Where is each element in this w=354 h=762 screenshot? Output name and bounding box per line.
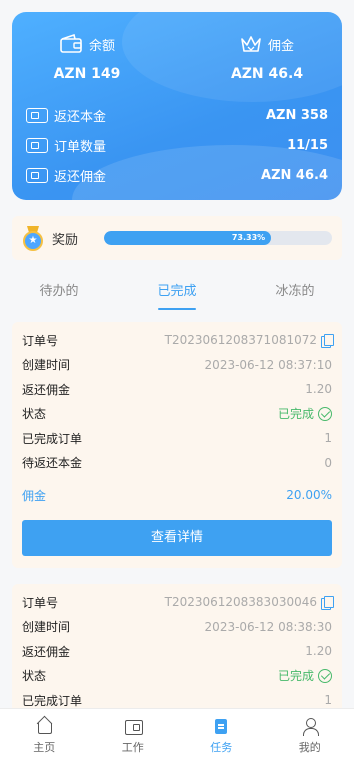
summary-row-principal: 返还本金 AZN 358 xyxy=(26,100,328,130)
order-done-count: 1 xyxy=(324,431,332,446)
summary-row-value: AZN 358 xyxy=(265,107,328,123)
summary-row-label: 返还本金 xyxy=(54,109,107,125)
wallet-icon xyxy=(124,717,143,735)
reward-progress-bar: ★ 奖励 73.33% xyxy=(12,216,342,260)
order-commission-rate: 20.00% xyxy=(286,488,332,503)
order-row-done: 已完成订单 1 xyxy=(22,426,332,451)
order-number: T2023061208371081072 xyxy=(164,333,317,348)
order-field-label: 创建时间 xyxy=(22,358,71,373)
card-icon xyxy=(26,137,48,153)
summary-row-value: AZN 46.4 xyxy=(261,167,328,183)
order-row-status: 状态 已完成 xyxy=(22,664,332,689)
crown-icon xyxy=(241,36,261,52)
check-circle-icon xyxy=(318,668,332,683)
clipboard-icon xyxy=(212,717,230,735)
card-icon xyxy=(26,167,48,183)
order-created-time: 2023-06-12 08:37:10 xyxy=(204,357,332,372)
nav-item-home[interactable]: 主页 xyxy=(0,709,89,762)
summary-rows: 返还本金 AZN 358 订单数量 11/15 返还佣金 AZN 46.4 xyxy=(26,100,328,190)
summary-row-label: 返还佣金 xyxy=(54,169,107,185)
order-row-created: 创建时间 2023-06-12 08:38:30 xyxy=(22,615,332,640)
nav-item-work[interactable]: 工作 xyxy=(89,709,178,762)
card-icon xyxy=(26,107,48,123)
order-row-status: 状态 已完成 xyxy=(22,402,332,427)
bottom-tab-bar: 主页 工作 任务 我的 xyxy=(0,708,354,762)
order-field-label: 订单号 xyxy=(22,333,59,348)
order-row-number: 订单号 T2023061208371081072 xyxy=(22,328,334,353)
order-field-label: 返还佣金 xyxy=(22,382,71,397)
order-card: 订单号 T2023061208371081072 创建时间 2023-06-12… xyxy=(12,322,342,568)
order-commission: 1.20 xyxy=(305,644,332,659)
tab-frozen[interactable]: 冰冻的 xyxy=(236,276,354,312)
progress-percent: 73.33% xyxy=(231,233,266,242)
summary-row-label: 订单数量 xyxy=(54,139,107,155)
nav-label: 主页 xyxy=(33,741,56,754)
user-icon xyxy=(301,717,319,736)
copy-icon[interactable] xyxy=(321,333,334,348)
order-field-label: 佣金 xyxy=(22,488,47,503)
order-row-pending: 待返还本金 0 xyxy=(22,451,332,476)
order-field-label: 返还佣金 xyxy=(22,644,71,659)
summary-row-orders: 订单数量 11/15 xyxy=(26,130,328,160)
home-icon xyxy=(35,717,53,735)
commission-label: 佣金 xyxy=(267,38,294,54)
order-commission: 1.20 xyxy=(305,382,332,397)
order-field-label: 订单号 xyxy=(22,595,59,610)
account-summary-card: 余额 AZN 149 佣金 AZN 46.4 返还本金 AZN 358 订单数量… xyxy=(12,12,342,200)
commission-value: AZN 46.4 xyxy=(230,66,304,82)
tab-completed[interactable]: 已完成 xyxy=(118,276,236,312)
order-created-time: 2023-06-12 08:38:30 xyxy=(204,619,332,634)
order-field-label: 状态 xyxy=(22,669,47,684)
nav-item-tasks[interactable]: 任务 xyxy=(177,709,266,762)
order-row-number: 订单号 T2023061208383030046 xyxy=(22,590,334,615)
order-card: 订单号 T2023061208383030046 创建时间 2023-06-12… xyxy=(12,584,342,714)
order-done-count: 1 xyxy=(324,693,332,708)
order-field-label: 已完成订单 xyxy=(22,693,83,708)
medal-icon: ★ xyxy=(22,226,44,251)
summary-row-value: 11/15 xyxy=(287,137,328,153)
order-field-label: 已完成订单 xyxy=(22,431,83,446)
reward-label: 奖励 xyxy=(52,232,79,248)
wallet-icon xyxy=(60,34,82,53)
nav-label: 我的 xyxy=(298,741,321,754)
order-field-label: 待返还本金 xyxy=(22,456,83,471)
order-pending-principal: 0 xyxy=(324,455,332,470)
summary-row-commission: 返还佣金 AZN 46.4 xyxy=(26,160,328,190)
order-field-label: 创建时间 xyxy=(22,620,71,635)
tab-pending[interactable]: 待办的 xyxy=(0,276,118,312)
order-tabs: 待办的 已完成 冰冻的 xyxy=(0,276,354,312)
copy-icon[interactable] xyxy=(321,595,334,610)
order-status: 已完成 xyxy=(277,669,314,684)
commission-block: 佣金 AZN 46.4 xyxy=(192,34,342,82)
nav-label: 工作 xyxy=(121,741,144,754)
order-row-commission: 返还佣金 1.20 xyxy=(22,377,332,402)
order-row-rate: 佣金 20.00% xyxy=(22,483,332,508)
view-details-button[interactable]: 查看详情 xyxy=(22,519,332,556)
nav-item-me[interactable]: 我的 xyxy=(266,709,354,762)
order-field-label: 状态 xyxy=(22,407,47,422)
balance-value: AZN 149 xyxy=(53,66,121,82)
order-row-created: 创建时间 2023-06-12 08:37:10 xyxy=(22,353,332,378)
order-status: 已完成 xyxy=(277,407,314,422)
nav-label: 任务 xyxy=(210,741,233,754)
balance-label: 余额 xyxy=(88,38,115,54)
order-row-commission: 返还佣金 1.20 xyxy=(22,639,332,664)
order-number: T2023061208383030046 xyxy=(164,595,317,610)
balance-block: 余额 AZN 149 xyxy=(12,34,162,82)
progress-track: 73.33% xyxy=(104,231,332,245)
check-circle-icon xyxy=(318,406,332,421)
